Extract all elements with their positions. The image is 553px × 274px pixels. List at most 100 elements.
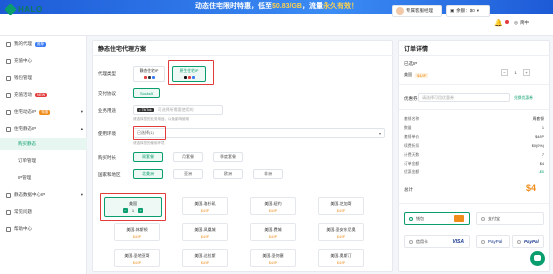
city-price: $4/IP <box>336 209 346 213</box>
order-quantity-stepper[interactable]: − 1 + <box>501 69 530 76</box>
region-europe[interactable]: 欧洲 <box>213 169 243 179</box>
city-card[interactable]: 美国-芝加哥 $4/IP <box>318 197 364 215</box>
selected-ip-label: 已选IP <box>404 61 418 66</box>
detail-value: 7 <box>541 153 544 157</box>
duration-month[interactable]: 月套餐 <box>173 152 203 162</box>
city-card[interactable]: 美国-圣安东尼奥 $4/IP <box>318 223 364 241</box>
radio <box>481 239 485 244</box>
city-price: $4/IP <box>132 261 142 265</box>
city-name: 美国-休斯顿 <box>126 227 148 232</box>
pay-wallet[interactable]: 钱包 <box>404 212 470 225</box>
sidebar-item-activity[interactable]: 充值活动 NEW <box>0 89 87 101</box>
page-title: 静态住宅代理方案 <box>98 47 147 53</box>
city-card[interactable]: 美国-纽约 $4/IP <box>250 197 296 215</box>
city-card[interactable]: 美国-圣何塞 $4/IP <box>250 249 296 267</box>
city-card-us[interactable]: 美国 −1 + <box>104 197 162 217</box>
pay-paypal-2[interactable]: PayPal <box>512 235 544 248</box>
minus-button[interactable]: − <box>122 208 128 213</box>
protocol-socks5[interactable]: Socks5 <box>133 88 160 98</box>
banner-text: 动态住宅限时特惠，低至 <box>195 3 273 10</box>
sidebar-item-help[interactable]: 帮助中心 <box>0 223 87 235</box>
type-option-label: 静态住宅IP <box>139 69 159 73</box>
sidebar-label: 静态数据中心IP <box>14 192 46 197</box>
detail-row: 数量 1 <box>404 126 544 131</box>
sidebar-label: 我的代理 <box>14 41 32 46</box>
sidebar-item-buy-static[interactable]: 购买静态 <box>0 138 87 150</box>
sidebar-item-static-ip[interactable]: 住宅静态IP ▴ <box>0 123 87 135</box>
sidebar-item-faq[interactable]: 常见问题 <box>0 206 87 218</box>
city-name: 美国-纽约 <box>264 201 282 206</box>
sidebar-label: 充值活动 <box>14 92 32 97</box>
city-card[interactable]: 美国-达拉斯 $4/IP <box>182 249 228 267</box>
order-title: 订单详情 <box>404 47 429 53</box>
duration-week[interactable]: 周套餐 <box>133 152 163 162</box>
duration-quarter[interactable]: 季度套餐 <box>213 152 243 162</box>
env-select[interactable]: 已选择(1) ▾ <box>133 128 385 138</box>
sidebar-item-my-proxy[interactable]: 我的代理 推荐 <box>0 38 87 50</box>
detail-key: 续费折扣 <box>404 144 420 148</box>
chevron-down-icon: ▾ <box>80 109 83 114</box>
business-placeholder: 可选择所需要使用的 <box>157 107 194 112</box>
coupon-label: 优惠券 <box>404 96 418 101</box>
quantity-stepper[interactable]: −1 + <box>105 208 161 213</box>
city-price: $4/IP <box>268 235 278 239</box>
chevron-down-icon: ▾ <box>378 130 381 136</box>
tag-label: TikTok <box>141 108 152 112</box>
sidebar-label: IP管理 <box>18 175 32 180</box>
sidebar-item-orders[interactable]: 订单管理 <box>0 155 87 167</box>
city-card[interactable]: 美国-奥斯汀 $4/IP <box>318 249 364 267</box>
city-price: $4/IP <box>336 261 346 265</box>
region-africa[interactable]: 非洲 <box>253 169 283 179</box>
top-header <box>0 14 553 36</box>
sidebar-item-wallet[interactable]: 钱包管理 <box>0 72 87 84</box>
city-name: 美国-费城 <box>264 227 282 232</box>
chat-button[interactable] <box>530 251 545 266</box>
language-label: 简中 <box>519 20 529 25</box>
type-option-static[interactable]: 静态住宅IP <box>133 66 165 82</box>
sidebar: 我的代理 推荐 充值中心 钱包管理 充值活动 NEW 住宅动态IP 特惠 ▾ 住宅静态I… <box>0 36 87 274</box>
account-manager-button[interactable]: 专属客服经理 <box>392 5 442 17</box>
region-asia[interactable]: 亚洲 <box>173 169 203 179</box>
sidebar-item-dynamic-ip[interactable]: 住宅动态IP 特惠 ▾ <box>0 106 87 118</box>
detail-key: 套餐单价 <box>404 135 420 139</box>
logo[interactable]: HALO <box>4 3 43 16</box>
sidebar-item-recharge[interactable]: 充值中心 <box>0 55 87 67</box>
help-icon <box>6 226 11 232</box>
detail-value: $4 <box>539 162 544 166</box>
pay-alipay[interactable]: 支付宝 <box>476 212 544 225</box>
city-card[interactable]: 美国-洛杉矶 $4/IP <box>182 197 228 215</box>
plus-button[interactable]: + <box>523 69 530 76</box>
city-card[interactable]: 美国-休斯顿 $4/IP <box>114 223 160 241</box>
pay-paypal[interactable]: PayPal <box>476 235 510 248</box>
pay-credit-card[interactable]: 信用卡 VISA <box>404 235 470 248</box>
city-card[interactable]: 美国-圣地亚哥 $4/IP <box>114 249 160 267</box>
selected-item-price: $4/IP <box>415 72 429 78</box>
detail-key: 数量 <box>404 126 412 130</box>
minus-button[interactable]: − <box>501 69 508 76</box>
city-card[interactable]: 美国-凤凰城 $4/IP <box>182 223 228 241</box>
sidebar-label: 帮助中心 <box>14 226 32 231</box>
business-select[interactable]: ♪ TikTok 可选择所需要使用的 <box>133 105 223 115</box>
divider <box>398 84 550 85</box>
plus-button[interactable]: + <box>138 208 144 213</box>
city-price: $4/IP <box>200 261 210 265</box>
region-na[interactable]: 北美洲 <box>133 169 163 179</box>
coupon-select[interactable]: 请选择可用优惠券 <box>418 93 510 102</box>
city-name: 美国-凤凰城 <box>194 227 216 232</box>
sidebar-label: 常见问题 <box>14 209 32 214</box>
platform-icons <box>173 75 205 79</box>
city-card[interactable]: 美国-费城 $4/IP <box>250 223 296 241</box>
sidebar-item-datacenter[interactable]: 静态数据中心IP ▾ <box>0 189 87 201</box>
bell-icon[interactable]: 🔔 <box>494 19 503 27</box>
chevron-down-icon: ▾ <box>476 8 480 13</box>
type-option-native[interactable]: 原生住宅IP <box>172 66 206 82</box>
city-name: 美国 <box>129 201 137 206</box>
balance-selector[interactable]: ▣ 余额：$0 ▾ <box>446 5 490 17</box>
language-selector[interactable]: ◎ 简中 <box>514 20 529 26</box>
sidebar-item-ip-manage[interactable]: IP管理 <box>0 172 87 184</box>
redeem-coupon-link[interactable]: 兑换优惠券 <box>514 96 533 101</box>
badge-new: NEW <box>35 93 48 97</box>
logo-text: HALO <box>18 5 43 14</box>
platform-icon <box>143 75 147 79</box>
env-label: 使用环境 <box>98 131 116 136</box>
